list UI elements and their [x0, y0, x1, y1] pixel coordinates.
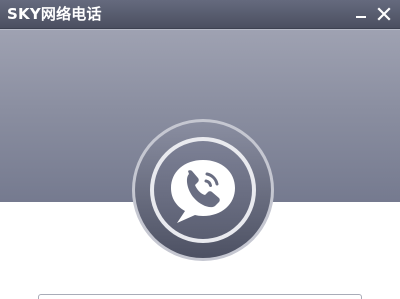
minimize-button[interactable]: [352, 5, 370, 23]
app-title: SKY网络电话: [7, 5, 102, 23]
login-input-field[interactable]: [38, 294, 362, 299]
title-bar[interactable]: SKY网络电话: [0, 0, 400, 29]
close-button[interactable]: [375, 5, 393, 23]
phone-chat-bubble-icon: [132, 119, 274, 261]
app-window: SKY网络电话: [0, 0, 400, 299]
minimize-icon: [356, 16, 366, 18]
close-icon: [377, 7, 391, 21]
app-logo: [131, 118, 275, 262]
